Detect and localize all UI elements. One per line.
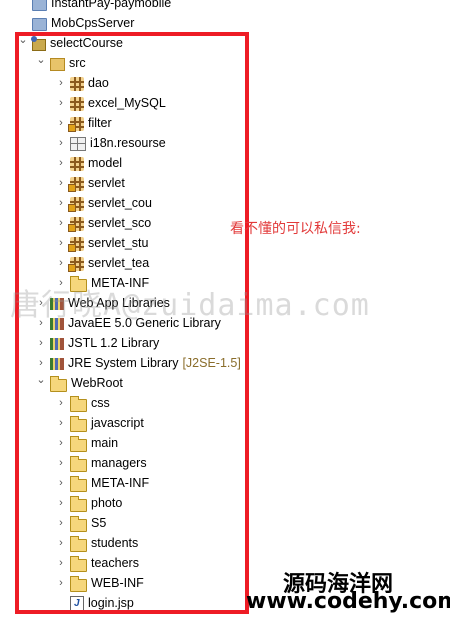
watermark: 唐行晓A@zuidaima.com bbox=[10, 288, 370, 323]
tree-item[interactable]: MobCpsServer bbox=[30, 13, 134, 33]
tree-item-label: MobCpsServer bbox=[51, 16, 135, 30]
project-icon bbox=[32, 0, 47, 11]
tree-item[interactable]: InstantPay-paymobile bbox=[30, 0, 171, 13]
tree-item-label: InstantPay-paymobile bbox=[51, 0, 172, 10]
annotation-note: 看不懂的可以私信我: bbox=[230, 221, 361, 237]
project-icon bbox=[32, 18, 47, 31]
site-url: www.codehy.com bbox=[246, 589, 450, 614]
